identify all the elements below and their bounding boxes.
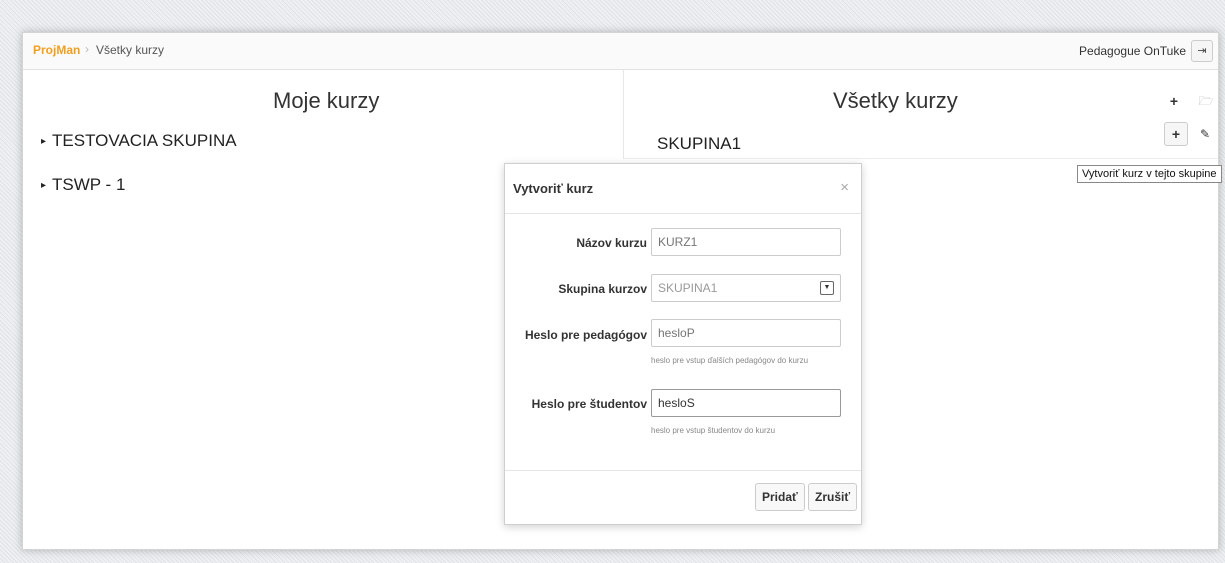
- add-course-button[interactable]: +: [1164, 122, 1188, 146]
- navbar: ProjMan › Všetky kurzy Pedagogue OnTuke …: [23, 33, 1218, 70]
- breadcrumb-separator-icon: ›: [85, 42, 89, 56]
- course-name-label: Názov kurzu: [576, 236, 647, 250]
- student-password-input[interactable]: [651, 389, 841, 417]
- course-name-input[interactable]: [651, 228, 841, 256]
- teacher-password-label: Heslo pre pedagógov: [524, 328, 647, 342]
- user-name[interactable]: Pedagogue OnTuke: [1079, 44, 1186, 58]
- my-group-item[interactable]: ▸ TESTOVACIA SKUPINA: [41, 131, 237, 151]
- dialog-header-divider: [505, 213, 861, 214]
- course-group-label: Skupina kurzov: [558, 282, 647, 296]
- app-window: ProjMan › Všetky kurzy Pedagogue OnTuke …: [22, 32, 1222, 550]
- caret-right-icon: ▸: [41, 136, 47, 147]
- row-divider: [624, 158, 1218, 159]
- chevron-down-icon[interactable]: ▼: [820, 281, 834, 295]
- add-course-tooltip: Vytvoriť kurz v tejto skupine: [1077, 165, 1222, 183]
- column-divider: [623, 69, 624, 159]
- caret-right-icon: ▸: [41, 180, 47, 191]
- create-course-dialog: Vytvoriť kurz × Názov kurzu Skupina kurz…: [504, 163, 862, 525]
- teacher-password-help: heslo pre vstup ďalších pedagógov do kur…: [651, 356, 809, 365]
- course-group-select[interactable]: SKUPINA1 ▼: [651, 274, 841, 302]
- student-password-label: Heslo pre študentov: [531, 397, 647, 411]
- dialog-title: Vytvoriť kurz: [513, 181, 594, 196]
- my-group-item[interactable]: ▸ TSWP - 1: [41, 175, 125, 195]
- my-courses-title: Moje kurzy: [273, 88, 380, 113]
- student-password-help: heslo pre vstup študentov do kurzu: [651, 426, 776, 435]
- group-label: TESTOVACIA SKUPINA: [52, 131, 237, 150]
- logout-icon[interactable]: ⇥: [1191, 40, 1213, 62]
- breadcrumb-current: Všetky kurzy: [96, 43, 165, 57]
- group-label: TSWP - 1: [52, 175, 126, 194]
- teacher-password-input[interactable]: [651, 319, 841, 347]
- all-courses-title: Všetky kurzy: [833, 88, 958, 113]
- dialog-footer-divider: [505, 470, 861, 471]
- edit-icon[interactable]: ✎: [1195, 123, 1215, 145]
- course-group-value: SKUPINA1: [658, 281, 718, 295]
- course-group-name: SKUPINA1: [657, 134, 742, 153]
- add-button[interactable]: Pridať: [755, 483, 805, 511]
- close-icon[interactable]: ×: [840, 179, 849, 196]
- delete-icon[interactable]: ×: [1221, 123, 1225, 145]
- cancel-button[interactable]: Zrušiť: [808, 483, 858, 511]
- add-group-icon[interactable]: +: [1163, 90, 1185, 112]
- brand-link[interactable]: ProjMan: [33, 43, 80, 57]
- folder-icon[interactable]: 🗁: [1195, 90, 1217, 112]
